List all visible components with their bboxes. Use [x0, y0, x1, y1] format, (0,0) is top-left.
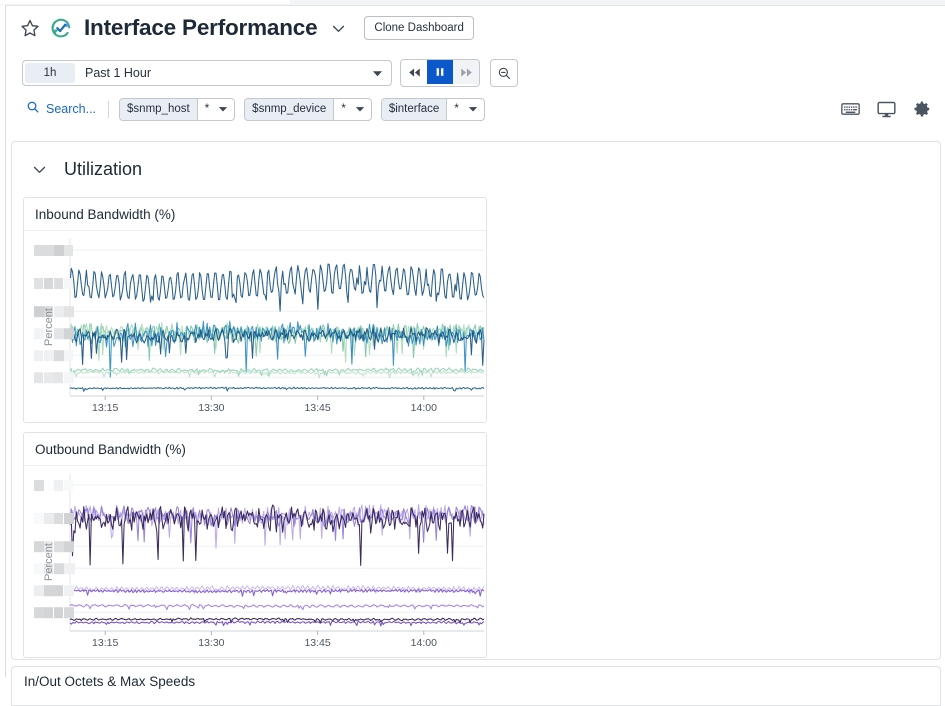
dashboard-app: Interface Performance Clone Dashboard 1h… [0, 0, 945, 706]
variable-snmp-host[interactable]: $snmp_host * [119, 97, 236, 121]
y-axis-label: Percent [42, 542, 55, 581]
filter-toolbar: Search... $snmp_host * $snmp_device * $i… [6, 92, 945, 126]
dashboard-header: Interface Performance Clone Dashboard [6, 6, 945, 50]
time-range-select[interactable]: 1h Past 1 Hour [22, 60, 392, 86]
variable-value: * [333, 98, 352, 120]
variable-name: $snmp_device [245, 98, 334, 120]
gear-icon[interactable] [913, 100, 931, 118]
display-icon[interactable] [877, 101, 896, 118]
toolbar-divider [108, 100, 110, 118]
star-outline-icon[interactable] [18, 16, 42, 40]
chevron-down-icon [466, 99, 484, 120]
svg-text:13:30: 13:30 [198, 402, 224, 414]
toolbar-right-actions [841, 100, 945, 118]
svg-text:14:00: 14:00 [411, 637, 437, 649]
search-icon [26, 100, 40, 119]
section-title: Utilization [64, 159, 143, 179]
dashboard-content-card: Utilization Inbound Bandwidth (%) 13:15 1… [11, 141, 941, 660]
chevron-down-icon[interactable] [328, 18, 348, 38]
svg-text:14:00: 14:00 [411, 402, 437, 414]
chevron-down-icon [353, 99, 371, 120]
panel-title: Outbound Bandwidth (%) [24, 433, 486, 466]
variable-value: * [446, 98, 465, 120]
chart-plot-area[interactable]: 13:15 13:30 13:45 14:00 Percent [24, 466, 486, 657]
panel-in-out-octets[interactable]: In/Out Octets & Max Speeds [11, 666, 941, 706]
time-range-toolbar: 1h Past 1 Hour [6, 56, 945, 90]
svg-text:13:30: 13:30 [198, 637, 224, 649]
page-title: Interface Performance [84, 15, 318, 40]
variable-interface[interactable]: $interface * [380, 97, 485, 121]
chart-panel[interactable]: Outbound Bandwidth (%) 13:15 13:30 13:45 14… [23, 432, 487, 658]
rewind-icon[interactable] [401, 60, 427, 84]
chart-plot-area[interactable]: 13:15 13:30 13:45 14:00 Percent [24, 231, 486, 422]
zoom-out-icon[interactable] [490, 59, 518, 87]
search-input[interactable]: Search... [26, 100, 96, 119]
y-axis-label: Percent [42, 307, 55, 346]
svg-text:13:45: 13:45 [304, 637, 330, 649]
playback-controls [400, 59, 480, 87]
pause-icon[interactable] [427, 60, 453, 84]
time-range-chip: 1h [25, 63, 75, 83]
svg-text:13:15: 13:15 [92, 402, 118, 414]
panel-title: Inbound Bandwidth (%) [24, 198, 486, 231]
chart-panel[interactable]: Inbound Bandwidth (%) 13:15 13:30 13:45 14:… [23, 197, 487, 423]
variable-name: $interface [381, 98, 447, 120]
variable-snmp-device[interactable]: $snmp_device * [244, 97, 372, 121]
sync-check-icon [48, 15, 74, 41]
chevron-down-icon[interactable] [28, 159, 50, 181]
panel-grid: Inbound Bandwidth (%) 13:15 13:30 13:45 14:… [12, 197, 940, 659]
svg-text:13:45: 13:45 [304, 402, 330, 414]
panel-title: In/Out Octets & Max Speeds [24, 674, 196, 689]
search-placeholder: Search... [46, 102, 97, 116]
variable-value: * [196, 98, 216, 120]
chevron-down-icon [371, 67, 383, 79]
clone-dashboard-button[interactable]: Clone Dashboard [364, 16, 474, 40]
variable-name: $snmp_host [120, 98, 197, 120]
time-range-label: Past 1 Hour [85, 66, 152, 80]
fast-forward-icon[interactable] [453, 60, 479, 84]
chevron-down-icon [216, 99, 234, 120]
section-header-utilization[interactable]: Utilization [12, 142, 940, 197]
keyboard-icon[interactable] [841, 102, 860, 116]
svg-text:13:15: 13:15 [92, 637, 118, 649]
